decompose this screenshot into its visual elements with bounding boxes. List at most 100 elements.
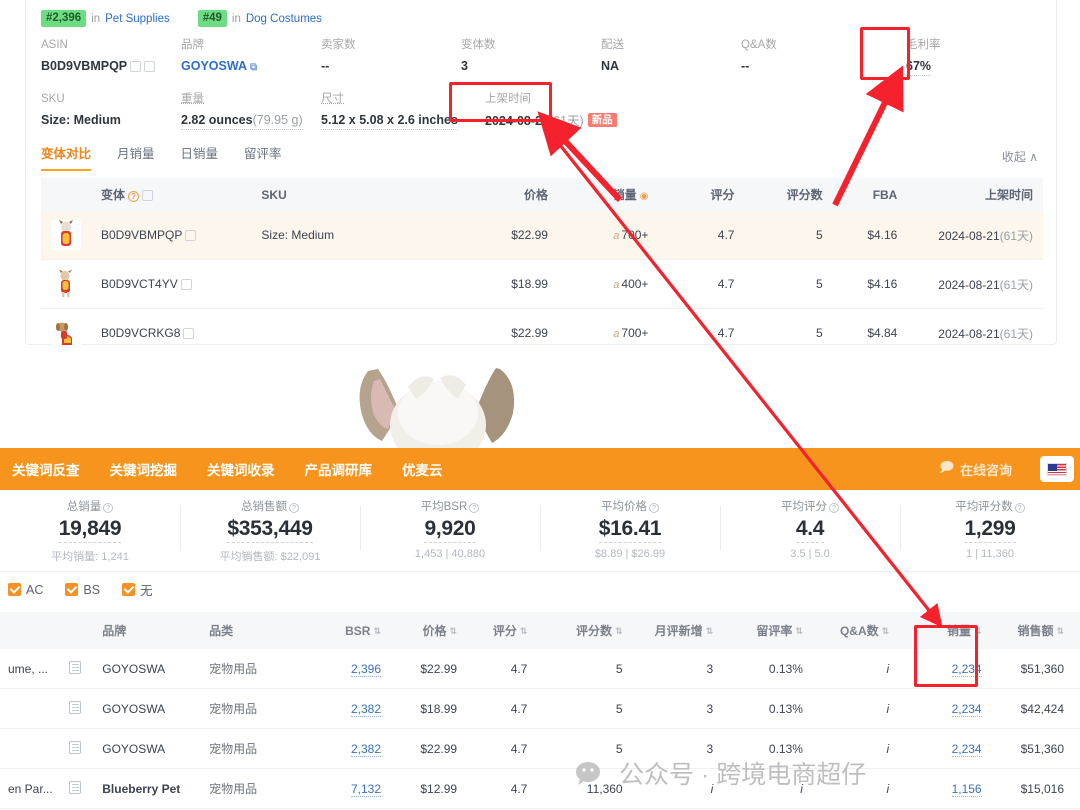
help-icon[interactable]: ? (1014, 503, 1025, 513)
variant-th-sales[interactable]: 销量 ◉ (557, 178, 659, 211)
result-rating-cell: 4.7 (465, 768, 536, 809)
tab-monthly-sales[interactable]: 月销量 (117, 143, 155, 171)
copy-icon[interactable] (142, 190, 154, 202)
result-bsr-cell[interactable]: 2,382 (307, 688, 390, 729)
result-doc-cell[interactable] (60, 728, 95, 769)
result-sales-cell[interactable]: 2,234 (897, 649, 990, 689)
filter-ac[interactable]: AC (8, 583, 43, 597)
document-icon[interactable] (68, 740, 81, 754)
meta-brand: 品牌 GOYOSWA ⧉ (181, 38, 321, 76)
table-row[interactable]: en Par... Blueberry Pet 宠物用品 7,132 $12.9… (0, 768, 1080, 809)
result-brand-cell[interactable]: GOYOSWA (94, 649, 202, 689)
results-th-rating[interactable]: 评分 ⇅ (465, 612, 536, 649)
sort-icon[interactable]: ⇅ (974, 627, 982, 636)
online-consult-button[interactable]: 🗩 在线咨询 (940, 448, 1012, 490)
collapse-button[interactable]: 收起 ∧ (1002, 148, 1038, 165)
result-title-cell[interactable]: ume, ... (0, 649, 61, 689)
copy-icon[interactable] (180, 279, 192, 291)
sort-icon[interactable]: ⇅ (706, 627, 714, 636)
sort-icon[interactable]: ⇅ (882, 627, 890, 636)
result-bsr-cell[interactable]: 7,132 (307, 768, 390, 809)
result-brand-cell[interactable]: GOYOSWA (94, 728, 202, 769)
sort-icon[interactable]: ⇅ (615, 627, 623, 636)
variant-days: (61天) (999, 277, 1033, 292)
result-doc-cell[interactable] (60, 649, 95, 689)
help-icon[interactable]: ? (103, 503, 114, 513)
result-title-cell[interactable] (0, 688, 61, 729)
tab-variant-compare[interactable]: 变体对比 (41, 143, 92, 171)
result-bsr-cell[interactable]: 2,382 (307, 728, 390, 769)
external-link-icon[interactable]: ⧉ (250, 62, 257, 73)
result-doc-cell[interactable] (60, 768, 95, 809)
variant-table-row[interactable]: B0D9VCT4YV $18.99 a 400+ 4.7 5 $4.16 2024… (41, 259, 1043, 309)
stat-value: $353,449 (227, 517, 313, 543)
help-icon[interactable]: ? (829, 503, 839, 513)
copy-icon[interactable] (130, 61, 142, 73)
results-th-bsr[interactable]: BSR ⇅ (307, 612, 390, 649)
variant-sales-cell: a 400+ (557, 259, 659, 309)
rank-category-link[interactable]: Dog Costumes (246, 13, 322, 25)
help-icon[interactable]: ? (469, 503, 480, 513)
result-doc-cell[interactable] (60, 688, 95, 729)
sort-icon[interactable]: ◉ (640, 191, 649, 202)
document-icon[interactable] (68, 780, 81, 794)
asin-value: B0D9VBMPQP (41, 59, 128, 73)
checkbox-icon[interactable] (65, 583, 79, 596)
results-th-reviews[interactable]: 评分数 ⇅ (535, 612, 631, 649)
help-icon[interactable]: ? (128, 191, 140, 202)
results-th-price[interactable]: 价格 ⇅ (389, 612, 466, 649)
sort-icon[interactable]: ⇅ (450, 627, 458, 636)
result-qa-cell: i (810, 728, 898, 769)
document-icon[interactable] (68, 700, 81, 714)
help-icon[interactable]: ? (289, 503, 299, 513)
sort-icon[interactable]: ⇅ (795, 627, 803, 636)
nav-product-research[interactable]: 产品调研库 (305, 459, 373, 479)
table-row[interactable]: GOYOSWA 宠物用品 2,382 $22.99 4.7 5 3 0.13% … (0, 728, 1080, 769)
tab-review-rate[interactable]: 留评率 (244, 143, 282, 171)
meta-label: SKU (41, 93, 65, 105)
result-review-rate-cell: 0.13% (721, 649, 811, 689)
open-icon[interactable] (144, 61, 156, 73)
rank-category-link[interactable]: Pet Supplies (105, 13, 170, 25)
result-sales-cell[interactable]: 2,234 (897, 728, 990, 769)
result-rating-cell: 4.7 (465, 728, 536, 769)
variant-table-row[interactable]: B0D9VBMPQP Size: Medium $22.99 a 700+ 4.7… (41, 211, 1043, 260)
nav-keyword-reverse[interactable]: 关键词反查 (12, 459, 80, 479)
result-brand-cell[interactable]: Blueberry Pet (94, 768, 202, 809)
sort-icon[interactable]: ⇅ (520, 627, 528, 636)
sort-icon[interactable]: ⇅ (1056, 627, 1064, 636)
results-th-revenue[interactable]: 销售额 ⇅ (989, 612, 1080, 649)
checkbox-icon[interactable] (122, 583, 136, 596)
meta-value: -- (321, 59, 330, 73)
result-brand-cell[interactable]: GOYOSWA (94, 688, 202, 729)
results-th-monthly-new[interactable]: 月评新增 ⇅ (630, 612, 722, 649)
result-bsr-cell[interactable]: 2,396 (307, 649, 390, 689)
result-revenue-cell: $15,016 (989, 768, 1080, 809)
meta-value[interactable]: GOYOSWA ⧉ (181, 58, 321, 76)
results-th-qa[interactable]: Q&A数 ⇅ (810, 612, 898, 649)
filter-bs[interactable]: BS (65, 583, 100, 597)
checkbox-icon[interactable] (8, 583, 21, 596)
copy-icon[interactable] (185, 230, 197, 242)
result-title-cell[interactable]: en Par... (0, 768, 61, 809)
nav-keyword-mining[interactable]: 关键词挖掘 (110, 459, 178, 479)
variant-th-sku: SKU (251, 178, 458, 211)
document-icon[interactable] (68, 660, 81, 674)
sort-icon[interactable]: ⇅ (373, 626, 381, 636)
nav-youmai-cloud[interactable]: 优麦云 (402, 459, 443, 479)
marketplace-flag-button[interactable] (1040, 456, 1074, 482)
nav-keyword-index[interactable]: 关键词收录 (207, 459, 275, 479)
copy-icon[interactable] (183, 328, 195, 340)
result-sales-cell[interactable]: 2,234 (897, 688, 990, 729)
table-row[interactable]: GOYOSWA 宠物用品 2,382 $18.99 4.7 5 3 0.13% … (0, 688, 1080, 729)
results-th-sales[interactable]: 销量 ⇅ (897, 612, 990, 649)
tab-daily-sales[interactable]: 日销量 (181, 143, 219, 171)
rank-item[interactable]: #2,396 in Pet Supplies (41, 10, 170, 27)
results-th-review-rate[interactable]: 留评率 ⇅ (721, 612, 811, 649)
help-icon[interactable]: ? (649, 503, 659, 513)
rank-item[interactable]: #49 in Dog Costumes (197, 10, 322, 27)
filter-none[interactable]: 无 (122, 580, 153, 599)
result-title-cell[interactable] (0, 728, 61, 769)
result-sales-cell[interactable]: 1,156 (897, 768, 990, 809)
table-row[interactable]: ume, ... GOYOSWA 宠物用品 2,396 $22.99 4.7 5… (0, 649, 1080, 689)
